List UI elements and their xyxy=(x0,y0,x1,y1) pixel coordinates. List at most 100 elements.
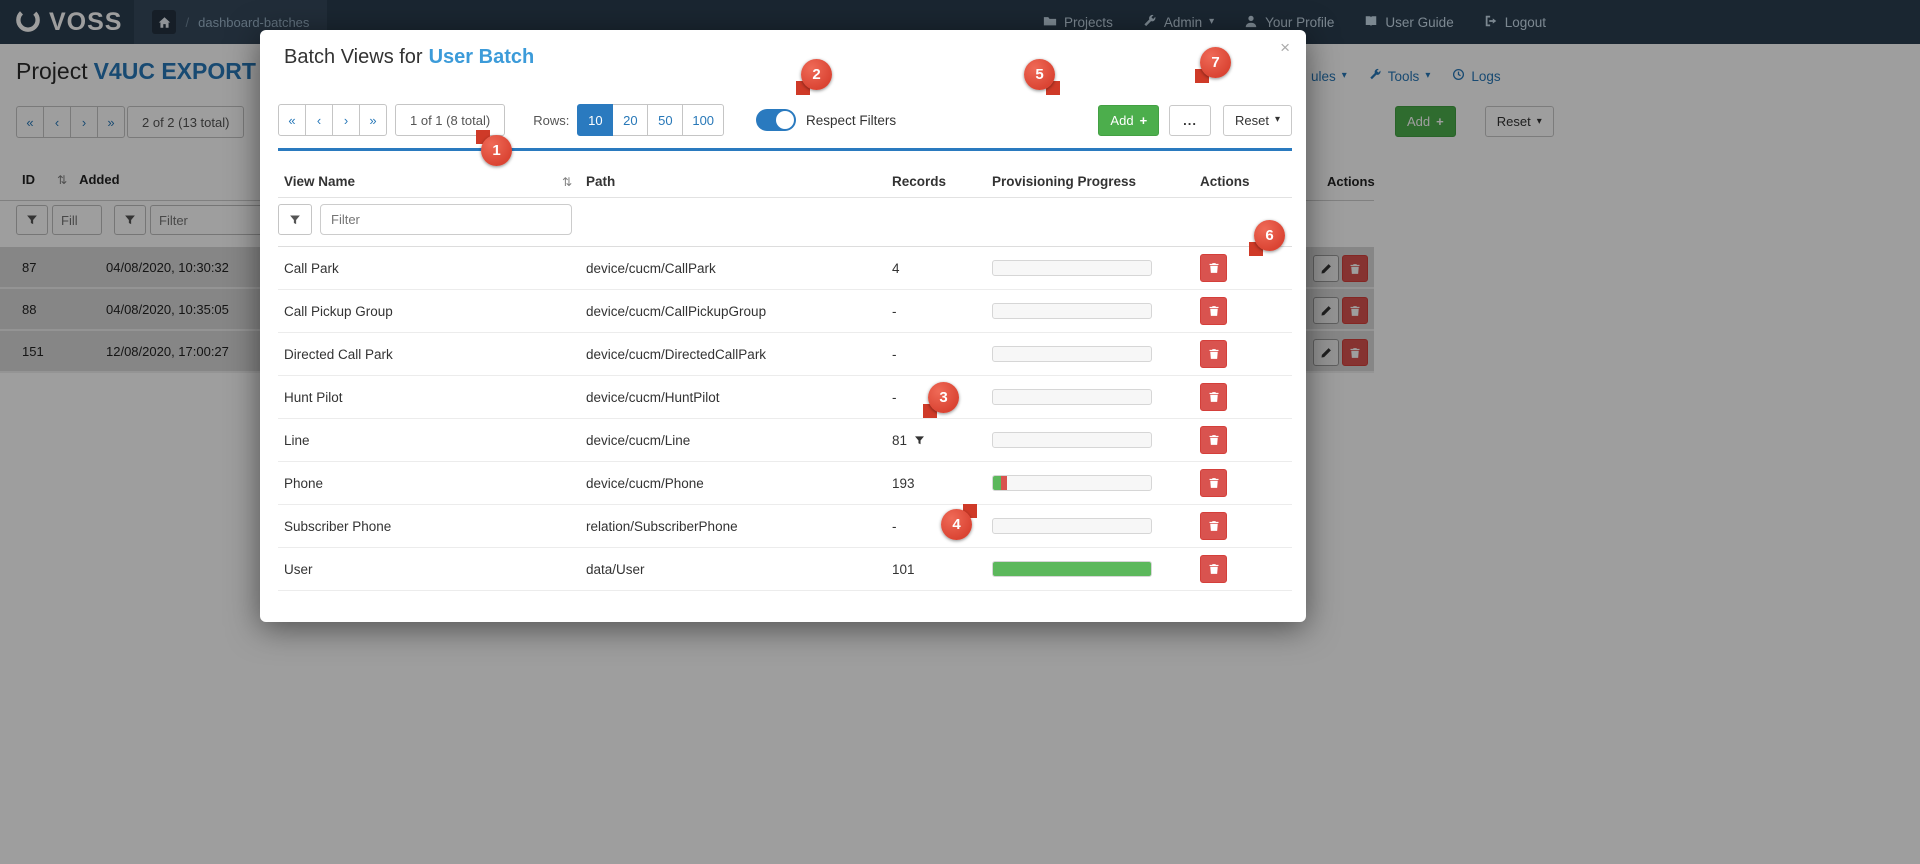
table-row[interactable]: User data/User 101 xyxy=(278,548,1292,591)
delete-button[interactable] xyxy=(1200,340,1227,368)
view-name-column-header[interactable]: View Name ⇅ xyxy=(278,174,586,189)
batch-views-modal: Batch Views for User Batch × « ‹ › » 1 of… xyxy=(260,30,1306,622)
reset-button[interactable]: Reset ▾ xyxy=(1223,104,1292,136)
delete-button[interactable] xyxy=(1200,426,1227,454)
trash-icon xyxy=(1209,564,1218,574)
callout-number: 2 xyxy=(801,59,832,90)
progress-green-segment xyxy=(993,476,1001,490)
records-filter-icon[interactable] xyxy=(914,435,925,446)
delete-button[interactable] xyxy=(1200,512,1227,540)
last-page-button[interactable]: » xyxy=(359,104,387,136)
rows-option-50[interactable]: 50 xyxy=(647,104,684,136)
sort-icon[interactable]: ⇅ xyxy=(562,175,572,189)
rows-option-100[interactable]: 100 xyxy=(682,104,725,136)
callout-number: 3 xyxy=(928,382,959,413)
modal-title-name: User Batch xyxy=(428,46,535,68)
provisioning-progress-bar xyxy=(992,475,1152,491)
progress-column-header: Provisioning Progress xyxy=(992,174,1137,189)
provisioning-progress-bar xyxy=(992,303,1152,319)
callout-badge-4: 4 xyxy=(941,504,977,540)
path-cell: data/User xyxy=(586,561,645,577)
records-cell: - xyxy=(892,389,897,405)
rows-option-20[interactable]: 20 xyxy=(612,104,649,136)
table-row[interactable]: Subscriber Phone relation/SubscriberPhon… xyxy=(278,505,1292,548)
modal-filter-row xyxy=(278,204,572,235)
records-cell: - xyxy=(892,303,897,319)
modal-table-header: View Name ⇅ Path Records Provisioning Pr… xyxy=(278,166,1292,198)
records-column-header: Records xyxy=(892,174,947,189)
provisioning-progress-bar xyxy=(992,260,1152,276)
view-name-cell: Call Pickup Group xyxy=(284,303,393,319)
trash-icon xyxy=(1209,349,1218,359)
delete-button[interactable] xyxy=(1200,297,1227,325)
respect-filters-toggle[interactable] xyxy=(756,109,797,131)
view-name-filter-input[interactable] xyxy=(320,204,572,235)
view-name-cell: User xyxy=(284,561,313,577)
view-name-cell: Phone xyxy=(284,475,324,491)
trash-icon xyxy=(1209,435,1218,445)
table-row[interactable]: Hunt Pilot device/cucm/HuntPilot - xyxy=(278,376,1292,419)
callout-number: 7 xyxy=(1200,47,1231,78)
path-cell: device/cucm/CallPickupGroup xyxy=(586,303,767,319)
trash-icon xyxy=(1209,478,1218,488)
records-cell: 81 xyxy=(892,432,908,448)
records-cell: 4 xyxy=(892,260,900,276)
view-name-cell: Hunt Pilot xyxy=(284,389,343,405)
path-cell: device/cucm/Line xyxy=(586,432,691,448)
delete-button[interactable] xyxy=(1200,254,1227,282)
respect-filters-label: Respect Filters xyxy=(806,112,897,128)
view-name-cell: Line xyxy=(284,432,310,448)
path-cell: device/cucm/DirectedCallPark xyxy=(586,346,767,362)
path-cell: device/cucm/HuntPilot xyxy=(586,389,720,405)
view-name-cell: Directed Call Park xyxy=(284,346,393,362)
delete-button[interactable] xyxy=(1200,555,1227,583)
close-icon[interactable]: × xyxy=(1280,38,1290,58)
records-cell: - xyxy=(892,346,897,362)
funnel-icon xyxy=(290,215,300,224)
chevron-down-icon: ▾ xyxy=(1274,114,1280,125)
filter-button[interactable] xyxy=(278,204,312,235)
rows-per-page-group: 10 20 50 100 xyxy=(577,104,725,136)
delete-button[interactable] xyxy=(1200,383,1227,411)
add-label: Add xyxy=(1110,112,1134,128)
modal-title-prefix: Batch Views for xyxy=(284,46,423,68)
view-name-cell: Subscriber Phone xyxy=(284,518,392,534)
path-cell: device/cucm/CallPark xyxy=(586,260,716,276)
callout-badge-7: 7 xyxy=(1195,47,1231,83)
table-row[interactable]: Call Park device/cucm/CallPark 4 xyxy=(278,247,1292,290)
trash-icon xyxy=(1209,392,1218,402)
callout-badge-2: 2 xyxy=(796,59,832,95)
table-row[interactable]: Line device/cucm/Line 81 xyxy=(278,419,1292,462)
rows-option-10[interactable]: 10 xyxy=(577,104,614,136)
view-name-cell: Call Park xyxy=(284,260,339,276)
callout-number: 6 xyxy=(1254,220,1285,251)
callout-badge-3: 3 xyxy=(923,382,959,418)
provisioning-progress-bar xyxy=(992,561,1152,577)
records-cell: - xyxy=(892,518,897,534)
table-row[interactable]: Directed Call Park device/cucm/DirectedC… xyxy=(278,333,1292,376)
plus-icon: + xyxy=(1139,112,1148,128)
path-cell: relation/SubscriberPhone xyxy=(586,518,738,534)
accent-divider xyxy=(278,148,1292,151)
provisioning-progress-bar xyxy=(992,346,1152,362)
callout-badge-1: 1 xyxy=(476,130,512,166)
path-column-header: Path xyxy=(586,174,616,189)
trash-icon xyxy=(1209,306,1218,316)
records-cell: 193 xyxy=(892,475,915,491)
screen: VOSS / dashboard-batches Projects Admin … xyxy=(0,0,1920,864)
trash-icon xyxy=(1209,263,1218,273)
callout-number: 1 xyxy=(481,135,512,166)
actions-column-header: Actions xyxy=(1200,174,1250,189)
next-page-button[interactable]: › xyxy=(332,104,360,136)
first-page-button[interactable]: « xyxy=(278,104,306,136)
table-row[interactable]: Call Pickup Group device/cucm/CallPickup… xyxy=(278,290,1292,333)
progress-red-segment xyxy=(1000,476,1008,490)
respect-filters-control: Respect Filters xyxy=(756,109,896,131)
delete-button[interactable] xyxy=(1200,469,1227,497)
reset-label: Reset xyxy=(1235,112,1269,128)
prev-page-button[interactable]: ‹ xyxy=(305,104,333,136)
table-row[interactable]: Phone device/cucm/Phone 193 xyxy=(278,462,1292,505)
add-button[interactable]: Add + xyxy=(1098,104,1160,136)
more-options-button[interactable]: ... xyxy=(1169,104,1211,136)
callout-number: 4 xyxy=(941,509,972,540)
